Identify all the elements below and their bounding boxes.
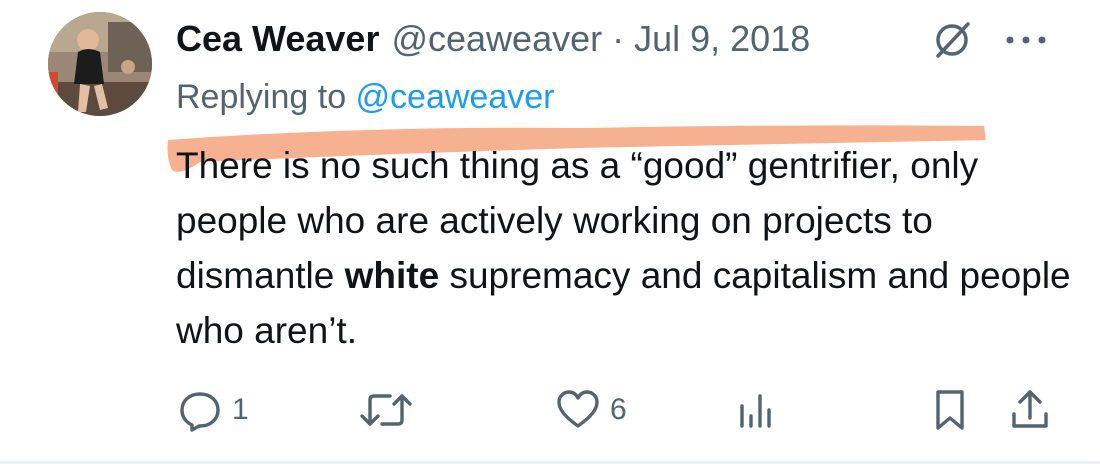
retweet-button[interactable] (358, 382, 414, 438)
replying-handle[interactable]: @ceaweaver (356, 78, 555, 116)
like-icon (554, 386, 602, 434)
separator-dot: · (612, 18, 625, 59)
grok-icon[interactable] (930, 18, 974, 62)
tweet-date[interactable]: Jul 9, 2018 (634, 18, 810, 60)
author-name[interactable]: Cea Weaver (176, 18, 379, 60)
bookmark-button[interactable] (930, 382, 970, 438)
views-button[interactable] (736, 382, 776, 438)
share-icon (1008, 386, 1052, 434)
like-count: 6 (610, 393, 627, 426)
action-bar: 1 6 (176, 382, 1066, 438)
more-icon[interactable] (998, 18, 1054, 62)
replying-to: Replying to @ceaweaver (176, 78, 554, 117)
like-button[interactable]: 6 (554, 382, 627, 438)
avatar[interactable] (48, 12, 152, 116)
reply-count: 1 (232, 393, 249, 426)
tweet[interactable]: Cea Weaver @ceaweaver · Jul 9, 2018 Repl… (0, 0, 1100, 464)
author-handle[interactable]: @ceaweaver (391, 18, 602, 60)
share-button[interactable] (1008, 382, 1052, 438)
replying-prefix: Replying to (176, 78, 356, 116)
reply-button[interactable]: 1 (176, 382, 249, 438)
views-icon (736, 386, 776, 434)
reply-icon (176, 386, 224, 434)
retweet-icon (358, 386, 414, 434)
tweet-text: There is no such thing as a “good” gentr… (176, 138, 1076, 358)
tweet-text-bold: white (344, 255, 440, 296)
bookmark-icon (930, 386, 970, 434)
